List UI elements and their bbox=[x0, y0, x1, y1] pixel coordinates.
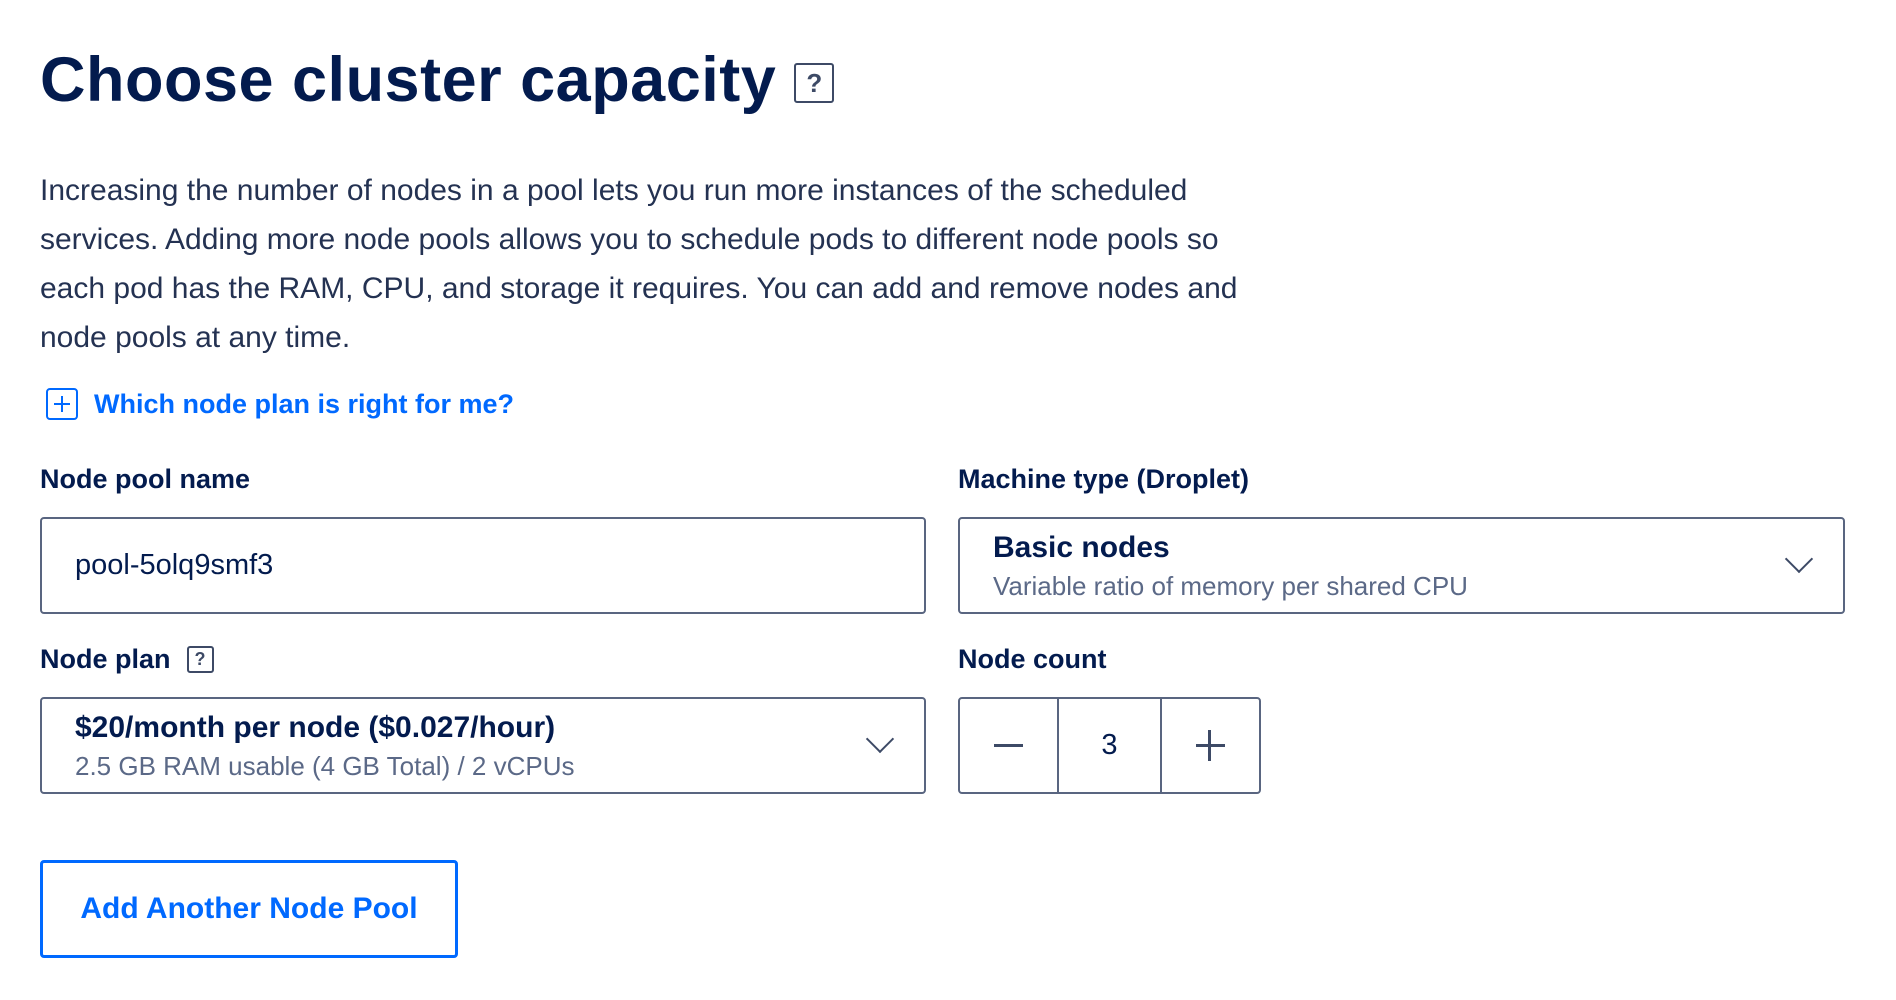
node-count-value[interactable]: 3 bbox=[1059, 699, 1160, 792]
plus-icon-vertical bbox=[1208, 730, 1211, 761]
node-plan-selected-subtitle: 2.5 GB RAM usable (4 GB Total) / 2 vCPUs bbox=[75, 751, 575, 781]
machine-type-selected-subtitle: Variable ratio of memory per shared CPU bbox=[993, 571, 1468, 601]
node-count-stepper: 3 bbox=[958, 697, 1261, 794]
node-count-label: Node count bbox=[958, 644, 1107, 675]
plus-box-icon bbox=[46, 388, 78, 420]
decrement-button[interactable] bbox=[960, 699, 1059, 792]
node-pool-name-field-wrapper bbox=[40, 517, 926, 614]
title-row: Choose cluster capacity ? bbox=[40, 40, 1896, 120]
question-mark-icon[interactable]: ? bbox=[186, 646, 214, 673]
machine-type-selected-title: Basic nodes bbox=[993, 531, 1170, 564]
chevron-down-icon[interactable] bbox=[865, 724, 895, 754]
node-plan-help-expander[interactable]: Which node plan is right for me? bbox=[46, 388, 514, 420]
node-plan-help-link[interactable]: Which node plan is right for me? bbox=[94, 389, 514, 420]
page-title: Choose cluster capacity bbox=[40, 45, 777, 115]
machine-type-label: Machine type (Droplet) bbox=[958, 464, 1249, 495]
add-node-pool-button[interactable]: Add Another Node Pool bbox=[40, 860, 458, 958]
increment-button[interactable] bbox=[1160, 699, 1259, 792]
cluster-capacity-section: Choose cluster capacity ? Increasing the… bbox=[0, 0, 1896, 1000]
node-pool-name-label-text: Node pool name bbox=[40, 464, 251, 494]
machine-type-select[interactable]: Basic nodes Variable ratio of memory per… bbox=[958, 517, 1845, 614]
plus-icon bbox=[1196, 744, 1225, 747]
node-pool-name-label: Node pool name bbox=[40, 464, 250, 495]
node-plan-select[interactable]: $20/month per node ($0.027/hour) 2.5 GB … bbox=[40, 697, 926, 794]
question-mark-icon[interactable]: ? bbox=[794, 63, 835, 103]
node-count-label-text: Node count bbox=[958, 644, 1107, 674]
description-text: Increasing the number of nodes in a pool… bbox=[40, 174, 1238, 354]
machine-type-label-text: Machine type (Droplet) bbox=[958, 464, 1250, 494]
node-pool-name-input[interactable] bbox=[42, 519, 924, 612]
node-plan-selected-title: $20/month per node ($0.027/hour) bbox=[75, 711, 556, 744]
node-plan-label: Node plan ? bbox=[40, 644, 214, 675]
minus-icon bbox=[994, 744, 1023, 747]
chevron-down-icon[interactable] bbox=[1784, 544, 1814, 574]
node-plan-label-text: Node plan bbox=[40, 644, 171, 674]
